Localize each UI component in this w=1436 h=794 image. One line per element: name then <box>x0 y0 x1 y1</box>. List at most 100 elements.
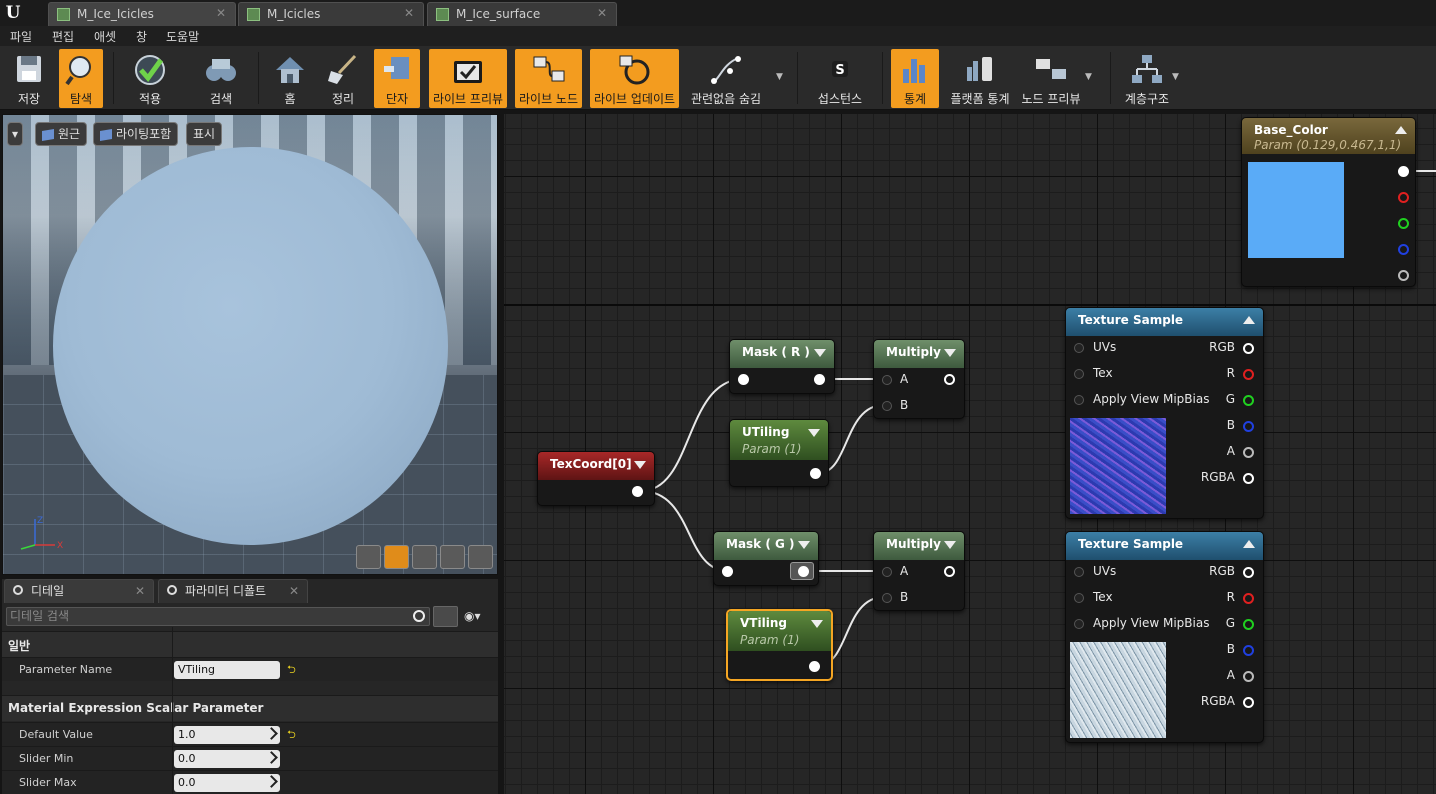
collapse-icon[interactable] <box>1243 540 1255 548</box>
close-icon[interactable]: ✕ <box>289 580 299 602</box>
output-pin-r[interactable] <box>1398 192 1409 203</box>
output-pin-g[interactable] <box>1398 218 1409 229</box>
perspective-button[interactable]: 원근 <box>35 122 88 146</box>
tab-m-icicles[interactable]: M_Icicles ✕ <box>238 2 424 26</box>
output-pin-b[interactable] <box>1243 421 1254 432</box>
chevron-down-icon[interactable] <box>944 349 956 357</box>
clean-button[interactable]: 정리 <box>320 49 366 108</box>
input-pin-b[interactable] <box>882 593 892 603</box>
close-icon[interactable]: ✕ <box>597 6 607 20</box>
lighting-button[interactable]: 라이팅포함 <box>93 122 179 146</box>
details-search-input[interactable]: 디테일 검색 <box>6 607 430 626</box>
input-pin-tex[interactable] <box>1074 593 1084 603</box>
hide-unrelated-button[interactable]: 관련없음 숨김 <box>688 49 764 108</box>
output-pin-r[interactable] <box>1243 369 1254 380</box>
chevron-down-icon[interactable]: ▼ <box>776 72 783 82</box>
category-general[interactable]: 일반 <box>2 631 498 657</box>
browse-button[interactable]: 탐색 <box>59 49 103 108</box>
output-pin-g[interactable] <box>1243 619 1254 630</box>
hierarchy-toggle-button[interactable]: 단자 <box>374 49 420 108</box>
output-pin[interactable] <box>944 566 955 577</box>
node-preview-button[interactable]: 노드 프리뷰 <box>1020 49 1082 108</box>
tab-m-ice-surface[interactable]: M_Ice_surface ✕ <box>427 2 617 26</box>
node-vtiling[interactable]: VTiling Param (1) <box>726 609 833 681</box>
unreal-logo-icon[interactable]: U <box>2 2 24 24</box>
collapse-icon[interactable] <box>1395 126 1407 134</box>
default-value-input[interactable]: 1.0 <box>174 726 280 744</box>
parameter-name-input[interactable]: VTiling <box>174 661 280 679</box>
save-button[interactable]: 저장 <box>6 49 52 108</box>
cylinder-icon[interactable] <box>356 545 381 569</box>
search-button[interactable]: 검색 <box>196 49 246 108</box>
input-pin-uvs[interactable] <box>1074 343 1084 353</box>
chevron-down-icon[interactable]: ▼ <box>1085 72 1092 82</box>
output-pin-b[interactable] <box>1243 645 1254 656</box>
output-pin-g[interactable] <box>1243 395 1254 406</box>
close-icon[interactable]: ✕ <box>135 580 145 602</box>
output-pin[interactable] <box>1398 166 1409 177</box>
output-pin-rgba[interactable] <box>1243 473 1254 484</box>
output-pin[interactable] <box>944 374 955 385</box>
output-pin[interactable] <box>810 468 821 479</box>
menu-help[interactable]: 도움말 <box>166 28 199 45</box>
close-icon[interactable]: ✕ <box>404 6 414 20</box>
output-pin[interactable] <box>814 374 825 385</box>
output-pin-r[interactable] <box>1243 593 1254 604</box>
output-pin-rgba[interactable] <box>1243 697 1254 708</box>
node-base-color[interactable]: Base_Color Param (0.129,0.467,1,1) <box>1241 117 1416 287</box>
apply-button[interactable]: 적용 <box>124 49 176 108</box>
output-pin-a[interactable] <box>1398 270 1409 281</box>
preview-viewport[interactable]: ▾ 원근 라이팅포함 표시 Z X <box>2 114 498 575</box>
substance-button[interactable]: S 섭스턴스 <box>806 49 874 108</box>
input-pin-a[interactable] <box>882 375 892 385</box>
input-pin-uvs[interactable] <box>1074 567 1084 577</box>
slider-min-input[interactable]: 0.0 <box>174 750 280 768</box>
eye-icon[interactable]: ◉▾ <box>464 609 481 623</box>
node-multiply-2[interactable]: Multiply A B <box>873 531 965 611</box>
collapse-icon[interactable] <box>1243 316 1255 324</box>
tab-parameter-defaults[interactable]: 파라미터 디폴트 ✕ <box>158 579 308 603</box>
chevron-down-icon[interactable] <box>798 541 810 549</box>
chevron-down-icon[interactable] <box>811 620 823 628</box>
platform-stats-button[interactable]: 플랫폼 통계 <box>946 49 1014 108</box>
chevron-down-icon[interactable] <box>944 541 956 549</box>
input-pin-a[interactable] <box>882 567 892 577</box>
chevron-down-icon[interactable] <box>634 461 646 469</box>
input-pin-b[interactable] <box>882 401 892 411</box>
tab-m-ice-icicles[interactable]: M_Ice_Icicles ✕ <box>48 2 236 26</box>
output-pin-b[interactable] <box>1398 244 1409 255</box>
chevron-down-icon[interactable] <box>814 349 826 357</box>
slider-max-input[interactable]: 0.0 <box>174 774 280 792</box>
show-button[interactable]: 표시 <box>186 122 223 146</box>
output-pin-a[interactable] <box>1243 447 1254 458</box>
input-pin-mipbias[interactable] <box>1074 395 1084 405</box>
node-texture-sample-1[interactable]: Texture Sample UVs Tex Apply View MipBia… <box>1065 307 1264 519</box>
node-texture-sample-2[interactable]: Texture Sample UVs Tex Apply View MipBia… <box>1065 531 1264 743</box>
chevron-down-icon[interactable] <box>808 429 820 437</box>
input-pin[interactable] <box>738 374 749 385</box>
reset-arrow-icon[interactable]: ⮌ <box>287 726 296 745</box>
output-pin[interactable] <box>809 661 820 672</box>
reset-arrow-icon[interactable]: ⮌ <box>287 661 296 680</box>
category-scalar-parameter[interactable]: Material Expression Scalar Parameter <box>2 695 498 721</box>
output-pin[interactable] <box>798 566 809 577</box>
output-pin-a[interactable] <box>1243 671 1254 682</box>
node-multiply-1[interactable]: Multiply A B <box>873 339 965 419</box>
sphere-icon[interactable] <box>384 545 409 569</box>
live-update-button[interactable]: 라이브 업데이트 <box>590 49 679 108</box>
home-button[interactable]: 홈 <box>268 49 312 108</box>
input-pin-tex[interactable] <box>1074 369 1084 379</box>
plane-icon[interactable] <box>412 545 437 569</box>
node-texcoord[interactable]: TexCoord[0] <box>537 451 655 506</box>
material-graph[interactable]: Base_Color Param (0.129,0.467,1,1) TexCo… <box>504 114 1436 794</box>
menu-edit[interactable]: 편집 <box>52 28 74 45</box>
live-nodes-button[interactable]: 라이브 노드 <box>515 49 582 108</box>
output-pin-rgb[interactable] <box>1243 567 1254 578</box>
cube-icon[interactable] <box>440 545 465 569</box>
output-pin[interactable] <box>632 486 643 497</box>
input-pin-mipbias[interactable] <box>1074 619 1084 629</box>
node-utiling[interactable]: UTiling Param (1) <box>729 419 829 487</box>
chevron-down-icon[interactable]: ▼ <box>1172 72 1179 82</box>
menu-window[interactable]: 창 <box>136 28 147 45</box>
menu-asset[interactable]: 애셋 <box>94 28 116 45</box>
